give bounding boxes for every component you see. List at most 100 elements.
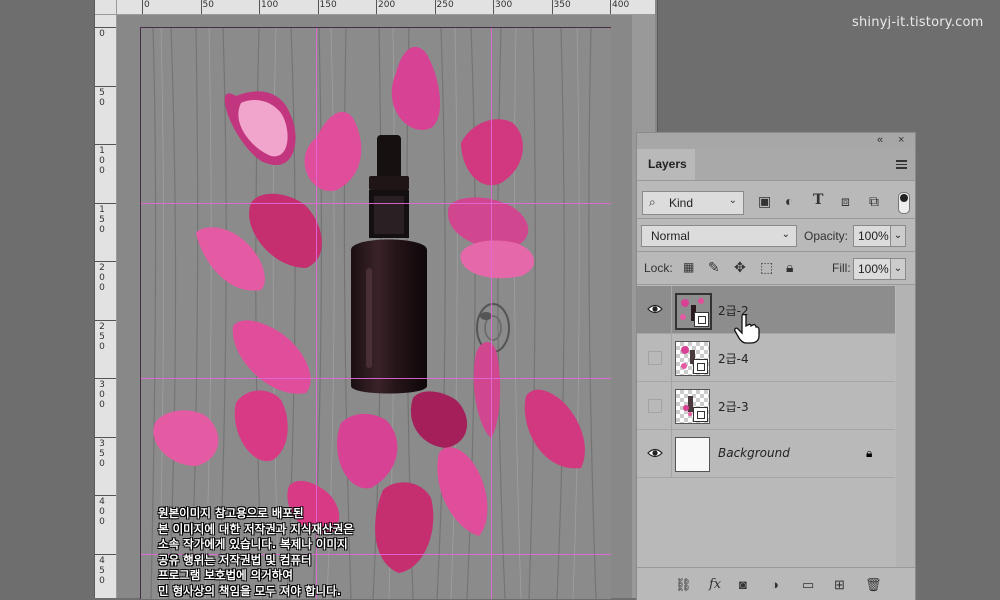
hand-cursor-icon — [734, 314, 760, 344]
lock-position-icon[interactable]: ✥ — [734, 260, 746, 274]
ruler-label: 0 — [99, 273, 105, 283]
ruler-top[interactable]: 0 50 100 150 200 250 300 350 400 — [117, 0, 655, 15]
guide-vertical[interactable] — [491, 28, 492, 599]
ruler-label: 0 — [99, 156, 105, 166]
layers-panel: « × Layers ⌕ Kind ⌄ ▣ ◐ T ⧈ ⧉ Normal ⌄ O… — [636, 132, 916, 600]
folder-icon[interactable]: ▭ — [802, 577, 814, 593]
ruler-tick — [610, 0, 611, 14]
ruler-tick — [493, 0, 494, 14]
ruler-label: 350 — [553, 0, 571, 10]
smart-object-icon — [693, 359, 708, 374]
ruler-tick — [95, 378, 116, 379]
ruler-label: 0 — [99, 517, 105, 527]
notice-line: 본 이미지에 대한 저작권과 지식재산권은 — [158, 521, 354, 536]
layer-thumbnail[interactable] — [675, 293, 712, 330]
notice-line: 소속 작가에게 있습니다. 복제나 이미지 — [158, 537, 348, 551]
opacity-field[interactable]: 100% ⌄ — [853, 225, 906, 247]
ruler-label: 0 — [99, 29, 105, 39]
ruler-tick — [95, 202, 116, 204]
tab-layers[interactable]: Layers — [637, 149, 695, 180]
smart-object-icon — [694, 312, 709, 327]
ruler-label: 0 — [99, 97, 105, 108]
guide-horizontal[interactable] — [141, 378, 611, 379]
lock-all-icon[interactable]: 🔒︎ — [786, 260, 793, 274]
chevron-down-icon[interactable]: ⌄ — [890, 225, 906, 247]
ruler-label: 4 — [99, 555, 105, 566]
ruler-label: 50 — [202, 0, 214, 10]
layer-name[interactable]: 2급-4 — [718, 350, 749, 367]
layer-row[interactable]: 2급-2 — [637, 286, 895, 334]
ruler-label: 0 — [99, 400, 105, 410]
panel-tab-bar: Layers — [637, 149, 915, 181]
layer-row[interactable]: Background 🔒︎ — [637, 430, 895, 478]
artboard-lock-icon[interactable]: ⬚ — [760, 260, 773, 274]
filter-kind-select[interactable]: ⌕ Kind ⌄ — [642, 191, 744, 215]
chevron-down-icon[interactable]: ⌄ — [890, 258, 906, 280]
adjustment-icon[interactable]: ◑ — [771, 577, 779, 592]
ruler-tick — [95, 436, 116, 438]
ruler-label: 0 — [99, 390, 105, 400]
ruler-tick — [95, 85, 116, 87]
notice-line: 민 형사상의 책임을 모두 져야 합니다. — [158, 583, 342, 598]
divider — [671, 286, 672, 333]
ruler-label: 150 — [319, 0, 337, 10]
fx-icon[interactable]: fx — [709, 577, 721, 592]
panel-menu-icon[interactable] — [896, 160, 907, 169]
opacity-value: 100% — [858, 229, 889, 243]
eye-icon[interactable] — [647, 446, 663, 460]
visibility-toggle[interactable] — [648, 351, 662, 365]
panel-title-bar[interactable]: « × — [637, 133, 915, 149]
mask-icon[interactable]: ◙ — [739, 577, 747, 592]
smart-object-filter-icon[interactable]: ⧉ — [869, 194, 879, 208]
type-filter-icon[interactable]: T — [813, 193, 823, 207]
filter-toggle[interactable] — [898, 192, 910, 214]
layer-thumbnail[interactable] — [675, 389, 710, 424]
divider — [671, 334, 672, 381]
divider — [637, 251, 915, 252]
document-canvas[interactable]: 원본이미지 참고용으로 배포된 본 이미지에 대한 저작권과 지식재산권은 소속… — [140, 27, 611, 599]
close-icon[interactable]: × — [898, 134, 904, 146]
lock-image-icon[interactable]: ✎ — [708, 260, 720, 274]
ruler-label: 0 — [144, 0, 150, 10]
ruler-label: 1 — [99, 146, 105, 156]
ruler-label: 3 — [99, 438, 105, 449]
eye-icon[interactable] — [647, 302, 663, 316]
shape-filter-icon[interactable]: ⧈ — [841, 194, 850, 208]
ruler-tick — [317, 0, 319, 14]
ruler-tick — [376, 0, 377, 14]
layer-name[interactable]: 2급-3 — [718, 398, 749, 415]
ruler-left[interactable]: 050100150200250300350400450 — [95, 15, 117, 598]
link-icon[interactable]: ⛓ — [675, 577, 692, 593]
ruler-tick — [200, 0, 202, 14]
layer-row[interactable]: 2급-3 — [637, 382, 895, 430]
ruler-corner[interactable] — [95, 0, 117, 15]
guide-horizontal[interactable] — [141, 203, 611, 204]
lock-transparent-icon[interactable]: ▦ — [683, 261, 694, 273]
ruler-tick — [95, 319, 116, 321]
ruler-label: 0 — [99, 283, 105, 293]
collapse-icon[interactable]: « — [877, 134, 883, 146]
trash-icon[interactable]: 🗑︎ — [865, 577, 882, 593]
ruler-label: 100 — [261, 0, 279, 10]
notice-line: 공유 행위는 저작권법 및 컴퓨터 — [158, 552, 312, 567]
fill-field[interactable]: 100% ⌄ — [853, 258, 906, 280]
blend-mode-select[interactable]: Normal ⌄ — [641, 225, 797, 247]
divider — [671, 382, 672, 429]
lock-icon[interactable]: 🔒︎ — [866, 446, 872, 461]
ruler-tick — [95, 27, 116, 28]
new-layer-icon[interactable]: ⊞ — [834, 577, 845, 593]
ruler-tick — [434, 0, 436, 14]
notice-line: 원본이미지 참고용으로 배포된 — [158, 506, 304, 520]
adjustment-filter-icon[interactable]: ◐ — [785, 194, 793, 208]
layer-thumbnail[interactable] — [675, 341, 710, 376]
ruler-tick — [551, 0, 553, 14]
layer-row[interactable]: 2급-4 — [637, 334, 895, 382]
ruler-label: 5 — [99, 565, 105, 576]
visibility-toggle[interactable] — [648, 399, 662, 413]
layer-thumbnail[interactable] — [675, 437, 710, 472]
ruler-tick — [95, 261, 116, 262]
image-filter-icon[interactable]: ▣ — [758, 194, 771, 208]
layers-scrollbar[interactable] — [896, 285, 915, 567]
layer-name[interactable]: Background — [718, 446, 790, 460]
fill-value: 100% — [858, 262, 889, 276]
